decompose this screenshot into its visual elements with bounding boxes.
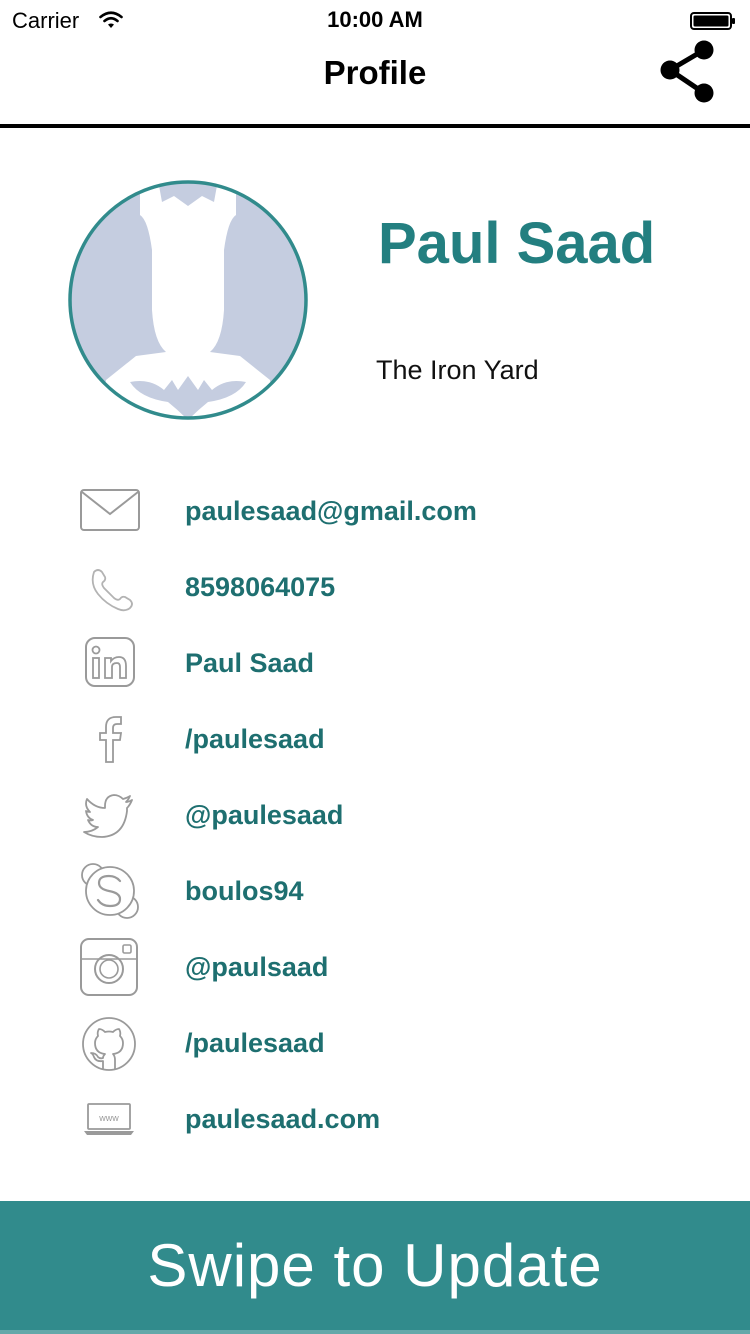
contact-facebook-value: /paulesaad (185, 724, 325, 754)
contact-email-value: paulesaad@gmail.com (185, 496, 477, 526)
website-icon: www (78, 1090, 142, 1150)
nav-divider (0, 124, 750, 128)
contact-linkedin-value: Paul Saad (185, 648, 315, 678)
linkedin-icon (78, 634, 142, 694)
contact-row-facebook[interactable]: /paulesaad (0, 710, 750, 770)
contact-twitter-value: @paulesaad (185, 800, 344, 830)
contact-row-email[interactable]: paulesaad@gmail.com (0, 482, 750, 542)
contact-skype-value: boulos94 (185, 876, 304, 906)
contact-row-skype[interactable]: boulos94 (0, 862, 750, 922)
profile-name: Paul Saad (378, 211, 656, 276)
battery-icon (690, 12, 735, 30)
phone-icon (78, 558, 142, 618)
status-bar: Carrier 10:00 AM (0, 0, 750, 40)
instagram-icon (78, 938, 142, 998)
contact-phone-value: 8598064075 (185, 572, 336, 602)
skype-icon (78, 862, 142, 922)
swipe-to-update-bar[interactable]: Swipe to Update (0, 1201, 750, 1334)
contact-row-website[interactable]: www paulesaad.com (0, 1090, 750, 1150)
profile-company: The Iron Yard (376, 355, 539, 385)
contact-row-twitter[interactable]: @paulesaad (0, 786, 750, 846)
contact-website-value: paulesaad.com (185, 1104, 381, 1134)
email-icon (78, 482, 142, 542)
status-time: 10:00 AM (327, 7, 423, 32)
github-icon (78, 1014, 142, 1074)
contact-instagram-value: @paulsaad (185, 952, 329, 982)
swipe-bar-bottom-edge (0, 1330, 750, 1334)
navigation-bar: Profile (0, 40, 750, 126)
contact-row-phone[interactable]: 8598064075 (0, 558, 750, 618)
facebook-icon (78, 710, 142, 770)
share-button[interactable] (656, 38, 720, 104)
svg-text:www: www (98, 1113, 119, 1123)
avatar[interactable] (68, 180, 308, 420)
contact-row-instagram[interactable]: @paulsaad (0, 938, 750, 998)
twitter-icon (78, 786, 142, 846)
swipe-to-update-label: Swipe to Update (147, 1232, 603, 1299)
contact-row-linkedin[interactable]: Paul Saad (0, 634, 750, 694)
contact-row-github[interactable]: /paulesaad (0, 1014, 750, 1074)
contact-github-value: /paulesaad (185, 1028, 325, 1058)
page-title: Profile (323, 54, 427, 91)
share-icon (660, 40, 714, 103)
